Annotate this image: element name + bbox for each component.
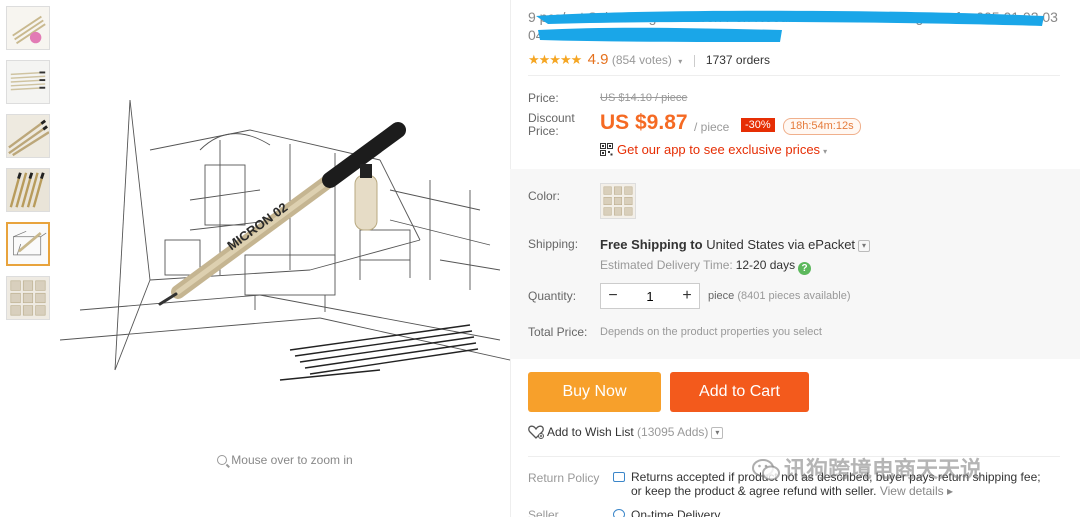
heart-icon [528,425,544,439]
wish-list-label: Add to Wish List [547,425,634,439]
clock-icon [613,509,625,517]
orders-count: 1737 orders [705,53,770,67]
wechat-logo-icon [752,459,780,481]
total-price-note: Depends on the product properties you se… [600,326,822,338]
shipping-destination: United States via ePacket [706,237,856,252]
estimated-delivery-days: 12-20 days [735,258,796,272]
app-promo-link[interactable]: Get our app to see exclusive prices ▾ [600,142,827,157]
quantity-label: Quantity: [528,289,577,303]
product-title: 9 pcs/set Sakura Pigma Micron Pen Needle… [528,9,1058,43]
app-promo-text: Get our app to see exclusive prices [617,142,821,157]
add-to-cart-button[interactable]: Add to Cart [670,372,809,412]
on-time-delivery-text: On-time Delivery [631,508,721,517]
view-details-link[interactable]: View details ▸ [880,484,953,498]
chevron-down-icon[interactable]: ▾ [858,240,871,252]
watermark: 讯狗跨境电商天天说 [752,452,982,484]
estimated-delivery: Estimated Delivery Time: 12-20 days? [600,258,812,275]
quantity-stepper: − + [600,283,700,309]
thumbnail-5-active[interactable] [6,222,50,266]
wish-list-count: (13095 Adds) [637,425,709,439]
discount-badge: -30% [741,118,775,132]
thumbnail-2[interactable] [6,60,50,104]
pieces-available: (8401 pieces available) [737,290,851,302]
quantity-availability: piece (8401 pieces available) [708,290,851,302]
price-label: Price: [528,91,559,105]
shipping-label: Shipping: [528,237,579,251]
qr-code-icon [600,143,613,156]
thumbnail-3[interactable] [6,114,50,158]
chevron-down-icon[interactable]: ▾ [711,427,724,439]
total-price-label: Total Price: [528,325,588,339]
return-policy-label: Return Policy [528,471,600,485]
shipping-selector[interactable]: Free Shipping to United States via ePack… [600,237,871,252]
thumbnail-4[interactable] [6,168,50,212]
color-option-swatch[interactable] [600,183,636,219]
color-label: Color: [528,189,561,203]
thumbnail-list [6,6,52,330]
add-to-wish-list-link[interactable]: Add to Wish List (13095 Adds) ▾ [528,425,724,439]
star-rating-icon: ★★★★★ [528,52,582,67]
zoom-hint: Mouse over to zoom in [60,453,510,467]
divider [528,75,1060,76]
main-product-image[interactable]: MICRON 02 [60,80,510,410]
rating-value: 4.9 [587,51,609,68]
interior-sketch-image: MICRON 02 [60,80,510,410]
watermark-text: 讯狗跨境电商天天说 [784,457,983,482]
thumbnail-6[interactable] [6,276,50,320]
seller-label: Seller [528,508,559,517]
votes-count[interactable]: (854 votes) [612,53,672,67]
per-piece-unit: / piece [694,120,730,134]
swatch-image [603,186,633,216]
discount-price-label-line2: Price: [528,124,559,138]
chevron-down-icon: ▾ [823,147,828,156]
help-question-icon[interactable]: ? [798,262,812,275]
rating-row: ★★★★★ 4.9 (854 votes) ▾ 1737 orders [528,51,770,68]
divider [693,54,695,67]
original-price: US $14.10 / piece [600,92,688,104]
estimated-delivery-label: Estimated Delivery Time: [600,258,733,272]
countdown-timer: 18h:54m:12s [783,118,861,135]
quantity-input[interactable] [625,288,675,304]
return-policy-icon [613,472,625,482]
quantity-decrease-button[interactable]: − [601,287,625,305]
zoom-hint-text: Mouse over to zoom in [231,453,353,467]
quantity-increase-button[interactable]: + [675,287,699,305]
buy-now-button[interactable]: Buy Now [528,372,661,412]
discount-price: US $9.87 [600,111,688,134]
free-shipping-text: Free Shipping to [600,237,703,252]
quantity-unit: piece [708,290,735,302]
seller-guarantee-row: Seller On-time Delivery [528,508,720,517]
return-policy-line2: or keep the product & agree refund with … [631,484,877,498]
thumbnail-1[interactable] [6,6,50,50]
magnifier-icon [217,455,228,465]
chevron-down-icon[interactable]: ▾ [678,57,682,66]
